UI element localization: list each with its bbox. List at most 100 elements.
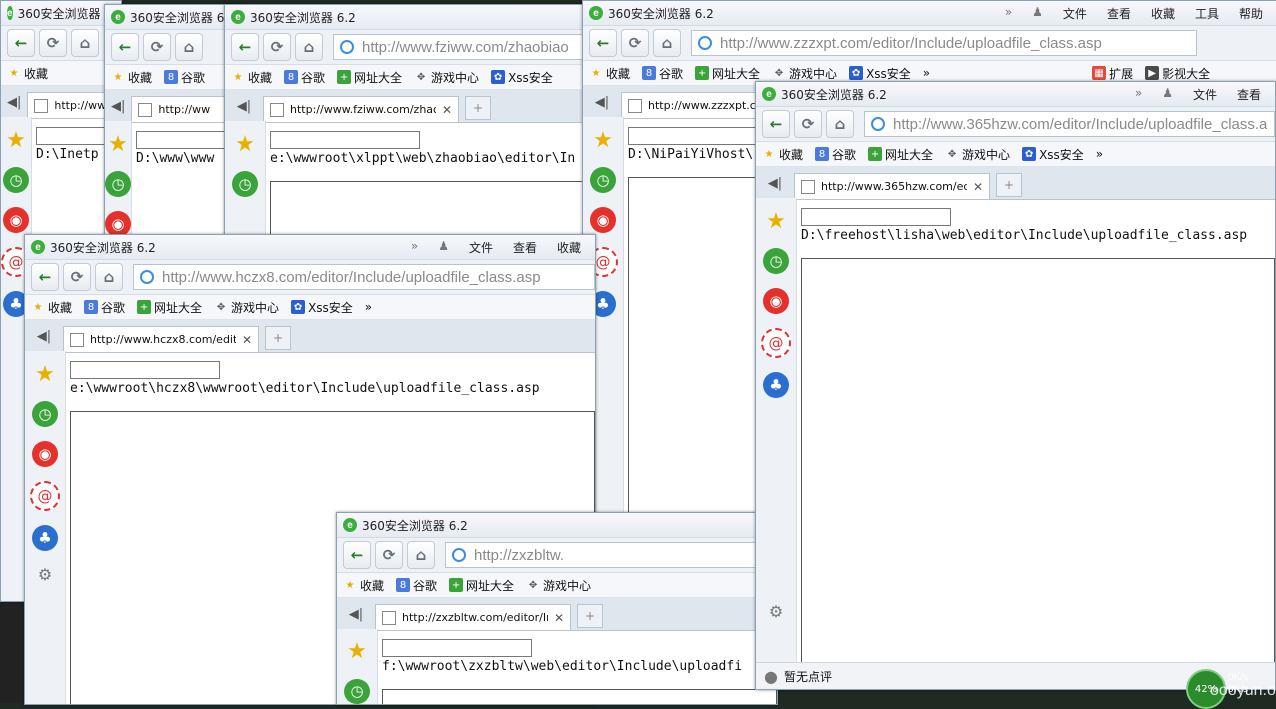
extensions-video[interactable]: ▶ 影视大全 <box>1145 65 1210 82</box>
favorites-xss[interactable]: ✿ Xss安全 <box>1022 146 1084 163</box>
favorites-google[interactable]: 8 谷歌 <box>84 299 125 316</box>
close-tab-icon[interactable]: ✕ <box>442 103 452 117</box>
history-clock-icon[interactable]: ◷ <box>344 678 370 704</box>
favorites-google[interactable]: 8 谷歌 <box>396 577 437 594</box>
menu-file[interactable]: 文件 <box>1063 5 1087 22</box>
favorites-collect[interactable]: ★ 收藏 <box>762 146 804 163</box>
favorites-games[interactable]: ✥ 游戏中心 <box>945 146 1010 163</box>
renren-icon[interactable]: ♣ <box>763 372 789 398</box>
more-icon[interactable]: » <box>411 239 418 256</box>
sidebar-toggle-icon[interactable]: ◀| <box>589 89 615 115</box>
favorites-star-icon[interactable]: ★ <box>763 208 789 234</box>
favorites-collect[interactable]: ★ 收藏 <box>231 69 273 86</box>
favorites-more[interactable]: » <box>1096 147 1103 161</box>
favorites-collect[interactable]: ★ 收藏 <box>589 65 631 82</box>
browser-window-6[interactable]: e 360安全浏览器 6.2 ← ⟳ ⌂ http://zxzbltw. ★ 收藏 … <box>336 512 778 705</box>
renren-icon[interactable]: ♣ <box>32 525 58 551</box>
address-bar[interactable]: http://www.365hzw.com/editor/Include/upl… <box>864 111 1275 137</box>
close-tab-icon[interactable]: ✕ <box>973 180 983 194</box>
address-bar[interactable]: http://www.zzzxpt.com/editor/Include/upl… <box>691 30 1197 56</box>
home-button[interactable]: ⌂ <box>175 33 203 61</box>
refresh-button[interactable]: ⟳ <box>621 29 649 57</box>
mail-icon[interactable]: @ <box>30 481 60 511</box>
user-icon[interactable]: ♟ <box>438 239 449 256</box>
favorites-google[interactable]: 8 谷歌 <box>815 146 856 163</box>
favorites-collect[interactable]: ★ 收藏 <box>7 65 49 82</box>
history-clock-icon[interactable]: ◷ <box>763 248 789 274</box>
favorites-xss[interactable]: ✿ Xss安全 <box>291 299 353 316</box>
refresh-button[interactable]: ⟳ <box>39 29 67 57</box>
home-button[interactable]: ⌂ <box>71 29 99 57</box>
favorites-games[interactable]: ✥ 游戏中心 <box>526 577 591 594</box>
favorites-games[interactable]: ✥ 游戏中心 <box>414 69 479 86</box>
tab[interactable]: http://zxzbltw.com/editor/Include✕ <box>375 604 571 630</box>
sidebar-toggle-icon[interactable]: ◀| <box>231 93 257 119</box>
history-clock-icon[interactable]: ◷ <box>590 167 616 193</box>
menu-view[interactable]: 查看 <box>1107 5 1131 22</box>
menu-view[interactable]: 查看 <box>513 239 537 256</box>
weibo-icon[interactable]: ◉ <box>590 207 616 233</box>
favorites-star-icon[interactable]: ★ <box>344 639 370 665</box>
favorites-site-nav[interactable]: + 网址大全 <box>449 577 514 594</box>
sidebar-toggle-icon[interactable]: ◀| <box>111 93 125 119</box>
user-icon[interactable]: ♟ <box>1032 5 1043 22</box>
back-button[interactable]: ← <box>589 29 617 57</box>
home-button[interactable]: ⌂ <box>295 33 323 61</box>
history-clock-icon[interactable]: ◷ <box>232 171 258 197</box>
favorites-google[interactable]: 8 谷歌 <box>642 65 683 82</box>
text-input[interactable] <box>270 131 420 149</box>
refresh-button[interactable]: ⟳ <box>143 33 171 61</box>
favorites-collect[interactable]: ★ 收藏 <box>111 69 153 86</box>
user-icon[interactable]: ♟ <box>1162 86 1173 103</box>
home-button[interactable]: ⌂ <box>407 541 435 569</box>
favorites-site-nav[interactable]: + 网址大全 <box>137 299 202 316</box>
refresh-button[interactable]: ⟳ <box>63 263 91 291</box>
favorites-star-icon[interactable]: ★ <box>232 131 258 157</box>
more-icon[interactable]: » <box>1005 5 1012 22</box>
tab[interactable]: http://www.fziww.com/zhaobiao/✕ <box>263 96 459 122</box>
extensions-expand[interactable]: ▦ 扩展 <box>1092 65 1133 82</box>
settings-gear-icon[interactable]: ⚙ <box>38 565 52 584</box>
favorites-star-icon[interactable]: ★ <box>32 361 58 387</box>
menu-view[interactable]: 查看 <box>1237 86 1261 103</box>
browser-window-7[interactable]: e 360安全浏览器 6.2 » ♟ 文件 查看 ← ⟳ ⌂ http://www.36… <box>755 81 1276 690</box>
home-button[interactable]: ⌂ <box>653 29 681 57</box>
text-input[interactable] <box>801 208 951 226</box>
favorites-star-icon[interactable]: ★ <box>105 131 131 157</box>
new-tab-button[interactable]: + <box>265 326 291 350</box>
favorites-more[interactable]: » <box>365 300 372 314</box>
text-input[interactable] <box>382 639 532 657</box>
favorites-site-nav[interactable]: + 网址大全 <box>868 146 933 163</box>
new-tab-button[interactable]: + <box>465 96 491 120</box>
menu-file[interactable]: 文件 <box>469 239 493 256</box>
favorites-more[interactable]: » <box>923 66 930 80</box>
menu-tools[interactable]: 工具 <box>1195 5 1219 22</box>
favorites-site-nav[interactable]: + 网址大全 <box>695 65 760 82</box>
back-button[interactable]: ← <box>7 29 35 57</box>
back-button[interactable]: ← <box>231 33 259 61</box>
back-button[interactable]: ← <box>762 110 790 138</box>
refresh-button[interactable]: ⟳ <box>794 110 822 138</box>
history-clock-icon[interactable]: ◷ <box>105 171 131 197</box>
refresh-button[interactable]: ⟳ <box>375 541 403 569</box>
sidebar-toggle-icon[interactable]: ◀| <box>762 170 788 196</box>
sidebar-toggle-icon[interactable]: ◀| <box>7 89 21 115</box>
menu-help[interactable]: 帮助 <box>1239 5 1263 22</box>
weibo-icon[interactable]: ◉ <box>3 207 29 233</box>
favorites-games[interactable]: ✥ 游戏中心 <box>772 65 837 82</box>
refresh-button[interactable]: ⟳ <box>263 33 291 61</box>
favorites-collect[interactable]: ★ 收藏 <box>343 577 385 594</box>
history-clock-icon[interactable]: ◷ <box>3 167 29 193</box>
history-clock-icon[interactable]: ◷ <box>32 401 58 427</box>
favorites-xss[interactable]: ✿ Xss安全 <box>491 69 553 86</box>
back-button[interactable]: ← <box>111 33 139 61</box>
sidebar-toggle-icon[interactable]: ◀| <box>343 601 369 627</box>
settings-gear-icon[interactable]: ⚙ <box>769 602 783 621</box>
close-tab-icon[interactable]: ✕ <box>242 333 252 347</box>
text-input[interactable] <box>70 361 220 379</box>
address-bar[interactable]: http://zxzbltw. <box>445 542 777 568</box>
close-tab-icon[interactable]: ✕ <box>554 611 564 625</box>
home-button[interactable]: ⌂ <box>826 110 854 138</box>
back-button[interactable]: ← <box>31 263 59 291</box>
favorites-star-icon[interactable]: ★ <box>590 127 616 153</box>
